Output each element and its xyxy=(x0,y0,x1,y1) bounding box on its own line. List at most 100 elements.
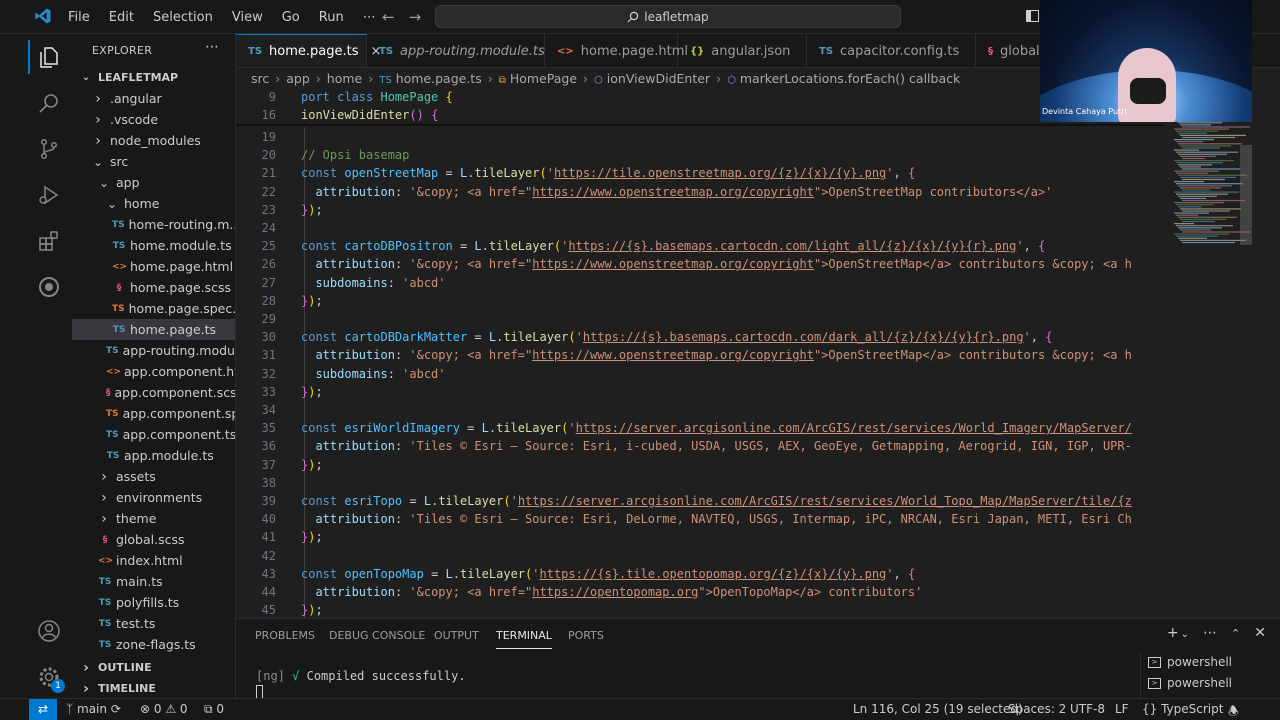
cursor-position[interactable]: Ln 116, Col 25 (19 selected) xyxy=(853,702,1023,716)
panel-tab-ports[interactable]: PORTS xyxy=(568,629,604,642)
maximize-panel-icon[interactable]: ⌃ xyxy=(1231,627,1240,640)
menu-item-edit[interactable]: Edit xyxy=(109,10,134,25)
encoding[interactable]: UTF-8 xyxy=(1070,702,1105,716)
problems-indicator[interactable]: ⊗ 0 ⚠ 0 xyxy=(140,702,188,716)
breadcrumb-item[interactable]: app xyxy=(286,71,310,86)
tab-app-routing-module-ts[interactable]: TS app-routing.module.ts xyxy=(367,34,545,67)
breadcrumb-item[interactable]: ⧉ HomePage xyxy=(499,71,577,86)
tab-capacitor-config-ts[interactable]: TS capacitor.config.ts xyxy=(807,34,976,67)
folder-item[interactable]: ⌄ src xyxy=(72,151,235,172)
folder-item[interactable]: › environments xyxy=(72,487,235,508)
folder-item[interactable]: ⌄ app xyxy=(72,172,235,193)
panel-tab-output[interactable]: OUTPUT xyxy=(434,629,479,642)
file-item[interactable]: TS home.page.ts xyxy=(72,319,235,340)
folder-item[interactable]: › assets xyxy=(72,466,235,487)
menu-item-go[interactable]: Go xyxy=(282,10,300,25)
history-nav: ← → xyxy=(382,8,435,26)
tab-angular-json[interactable]: {} angular.json xyxy=(678,34,807,67)
breadcrumb-item[interactable]: src xyxy=(251,71,269,86)
tab-home-page-html[interactable]: <> home.page.html xyxy=(545,34,688,67)
terminal-instance-powershell-2[interactable]: > powershell xyxy=(1148,676,1232,690)
language-mode[interactable]: {} TypeScript xyxy=(1142,702,1223,716)
menu-item-file[interactable]: File xyxy=(68,10,90,25)
panel-tab-terminal[interactable]: TERMINAL xyxy=(496,629,552,649)
end-of-line[interactable]: LF xyxy=(1115,702,1129,716)
search-icon[interactable] xyxy=(36,90,62,116)
ports-indicator[interactable]: ⧉ 0 xyxy=(204,702,224,717)
code-token: tileLayer xyxy=(488,239,554,254)
terminal-dropdown-chevron-icon[interactable]: ⌄ xyxy=(1181,629,1189,640)
accounts-icon[interactable] xyxy=(36,618,62,644)
source-control-icon[interactable] xyxy=(36,136,62,162)
file-item[interactable]: TS test.ts xyxy=(72,613,235,634)
panel-tab-problems[interactable]: PROBLEMS xyxy=(255,629,315,642)
explorer-icon[interactable] xyxy=(28,40,62,74)
menu-item-view[interactable]: View xyxy=(232,10,263,25)
panel-tab-debug-console[interactable]: DEBUG CONSOLE xyxy=(329,629,425,642)
close-panel-icon[interactable]: ✕ xyxy=(1254,625,1266,641)
file-item[interactable]: § app.component.scss xyxy=(72,382,235,403)
code-text: // Opsi basemap xyxy=(301,146,409,164)
toggle-sidebar-layout-icon[interactable] xyxy=(1026,10,1039,22)
file-item[interactable]: <> index.html xyxy=(72,550,235,571)
file-item[interactable]: TSapp.component.sp... xyxy=(72,403,235,424)
file-item[interactable]: TS home.page.spec.ts xyxy=(72,298,235,319)
breadcrumb-item[interactable]: ⬡ markerLocations.forEach() callback xyxy=(727,71,960,86)
more-actions-icon[interactable]: ⋯ xyxy=(1203,625,1217,641)
folder-item[interactable]: › theme xyxy=(72,508,235,529)
folder-item[interactable]: › .vscode xyxy=(72,109,235,130)
file-item[interactable]: <> home.page.html xyxy=(72,256,235,277)
menu-item-selection[interactable]: Selection xyxy=(153,10,213,25)
html-file-icon: <> xyxy=(557,45,574,57)
explorer-root-folder[interactable]: ⌄ LEAFLETMAP xyxy=(72,67,235,88)
ts-file-icon: TS xyxy=(112,324,126,335)
command-center-search[interactable]: leafletmap xyxy=(435,5,901,28)
more-actions-icon[interactable]: ⋯ xyxy=(205,39,219,55)
folder-item[interactable]: › .angular xyxy=(72,88,235,109)
file-item[interactable]: TS app.module.ts xyxy=(72,445,235,466)
new-terminal-icon[interactable]: + xyxy=(1167,625,1179,641)
code-token: ( xyxy=(503,494,511,508)
sync-icon[interactable]: ⟳ xyxy=(111,702,121,716)
run-debug-icon[interactable] xyxy=(36,182,62,208)
tab-home-page-ts[interactable]: TS home.page.ts × xyxy=(236,34,381,67)
file-item[interactable]: § global.scss xyxy=(72,529,235,550)
tree-item-label: app.component.ht... xyxy=(124,364,235,379)
file-item[interactable]: TS home.module.ts xyxy=(72,235,235,256)
timeline-section[interactable]: › TIMELINE xyxy=(72,678,235,698)
menu-item-run[interactable]: Run xyxy=(319,10,344,25)
remote-indicator-icon[interactable]: ⇄ xyxy=(29,699,57,720)
file-item[interactable]: TS app.component.ts xyxy=(72,424,235,445)
outline-section[interactable]: › OUTLINE xyxy=(72,657,235,678)
ts-file-icon: TS xyxy=(248,46,263,57)
minimap-line xyxy=(1182,199,1245,202)
forward-arrow-icon[interactable]: → xyxy=(409,8,422,26)
menu-more-icon[interactable]: ⋯ xyxy=(363,10,376,25)
minimap[interactable] xyxy=(1164,88,1252,618)
extensions-icon[interactable] xyxy=(36,228,62,254)
breadcrumb-item[interactable]: home xyxy=(327,71,362,86)
file-item[interactable]: TSapp-routing.modul... xyxy=(72,340,235,361)
file-item[interactable]: TS polyfills.ts xyxy=(72,592,235,613)
ionic-icon[interactable] xyxy=(36,274,62,300)
file-item[interactable]: TS zone-flags.ts xyxy=(72,634,235,655)
back-arrow-icon[interactable]: ← xyxy=(382,8,395,26)
breadcrumb-item[interactable]: TS home.page.ts xyxy=(379,71,482,86)
git-branch[interactable]: ᛉ main ⟳ xyxy=(66,702,121,716)
indentation[interactable]: Spaces: 2 xyxy=(1008,702,1066,716)
folder-item[interactable]: ⌄ home xyxy=(72,193,235,214)
folder-item[interactable]: › node_modules xyxy=(72,130,235,151)
file-item[interactable]: <>app.component.ht... xyxy=(72,361,235,382)
code-editor[interactable]: 19 20 // Opsi basemap 21 const openStreetMap… xyxy=(236,88,1164,618)
file-item[interactable]: § home.page.scss xyxy=(72,277,235,298)
terminal-cursor xyxy=(256,685,263,699)
terminal-instance-powershell-1[interactable]: > powershell xyxy=(1148,655,1232,669)
line-number: 26 xyxy=(261,257,276,272)
editor-scrollbar[interactable] xyxy=(1240,145,1252,245)
notifications-bell-icon[interactable]: 🕭 xyxy=(1228,702,1239,720)
manage-gear-icon[interactable]: 1 xyxy=(36,664,65,693)
file-item[interactable]: TS home-routing.m... xyxy=(72,214,235,235)
breadcrumb-item[interactable]: ⬡ ionViewDidEnter xyxy=(594,71,710,86)
file-item[interactable]: TS main.ts xyxy=(72,571,235,592)
minimap-line xyxy=(1176,214,1198,216)
